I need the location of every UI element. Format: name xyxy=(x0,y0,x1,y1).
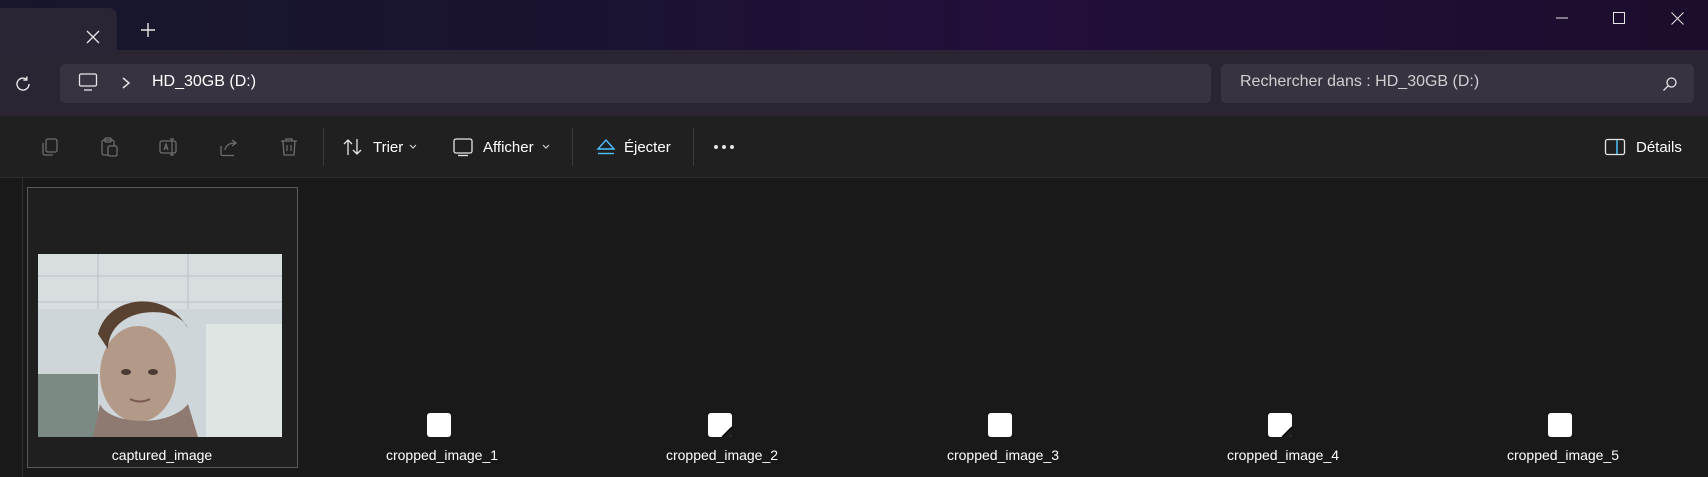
file-name[interactable]: cropped_image_4 xyxy=(1183,447,1383,463)
file-name[interactable]: cropped_image_1 xyxy=(342,447,542,463)
details-button[interactable]: Détails xyxy=(1636,139,1682,156)
plus-icon xyxy=(141,23,155,37)
view-button[interactable]: Afficher xyxy=(483,139,534,156)
title-bar xyxy=(0,0,1708,50)
chevron-down-icon[interactable] xyxy=(541,142,551,152)
more-options-icon[interactable] xyxy=(713,136,735,158)
toolbar-divider xyxy=(572,128,573,166)
minimize-icon xyxy=(1556,17,1568,19)
captured-image-thumbnail[interactable] xyxy=(38,254,282,437)
file-name[interactable]: cropped_image_2 xyxy=(622,447,822,463)
sort-button[interactable]: Trier xyxy=(373,139,403,156)
maximize-button[interactable] xyxy=(1590,0,1648,36)
chevron-down-icon[interactable] xyxy=(408,142,418,152)
rename-icon[interactable] xyxy=(158,136,180,158)
paste-icon[interactable] xyxy=(98,136,120,158)
breadcrumb-drive[interactable]: HD_30GB (D:) xyxy=(152,73,256,91)
tab-current[interactable] xyxy=(0,8,117,50)
search-placeholder: Rechercher dans : HD_30GB (D:) xyxy=(1240,73,1480,90)
copy-icon[interactable] xyxy=(39,136,61,158)
file-name[interactable]: cropped_image_3 xyxy=(903,447,1103,463)
file-name[interactable]: captured_image xyxy=(62,447,262,463)
details-pane-icon[interactable] xyxy=(1604,136,1626,158)
new-tab-button[interactable] xyxy=(137,19,159,41)
close-icon[interactable] xyxy=(83,27,103,47)
search-icon[interactable] xyxy=(1662,76,1678,92)
file-explorer-window: HD_30GB (D:) Rechercher dans : HD_30GB (… xyxy=(0,0,1708,477)
sort-icon[interactable] xyxy=(342,136,364,158)
view-icon[interactable] xyxy=(452,136,474,158)
share-icon[interactable] xyxy=(218,136,240,158)
trash-icon[interactable] xyxy=(278,136,300,158)
maximize-icon xyxy=(1613,12,1625,24)
command-bar xyxy=(0,116,1708,178)
eject-icon[interactable] xyxy=(595,136,617,158)
minimize-button[interactable] xyxy=(1533,0,1591,36)
blank-file-icon[interactable] xyxy=(988,413,1012,437)
blank-file-icon[interactable] xyxy=(427,413,451,437)
toolbar-divider xyxy=(693,128,694,166)
close-icon xyxy=(1670,11,1684,25)
toolbar-divider xyxy=(323,128,324,166)
eject-button[interactable]: Éjecter xyxy=(624,139,671,156)
computer-icon[interactable] xyxy=(78,72,98,92)
image-file-icon[interactable] xyxy=(708,413,732,437)
refresh-button[interactable] xyxy=(10,71,36,97)
refresh-icon xyxy=(16,76,30,91)
file-name[interactable]: cropped_image_5 xyxy=(1463,447,1663,463)
navigation-pane-edge[interactable] xyxy=(22,178,23,477)
image-file-icon[interactable] xyxy=(1268,413,1292,437)
chevron-right-icon[interactable] xyxy=(120,76,132,90)
blank-file-icon[interactable] xyxy=(1548,413,1572,437)
close-window-button[interactable] xyxy=(1648,0,1706,36)
